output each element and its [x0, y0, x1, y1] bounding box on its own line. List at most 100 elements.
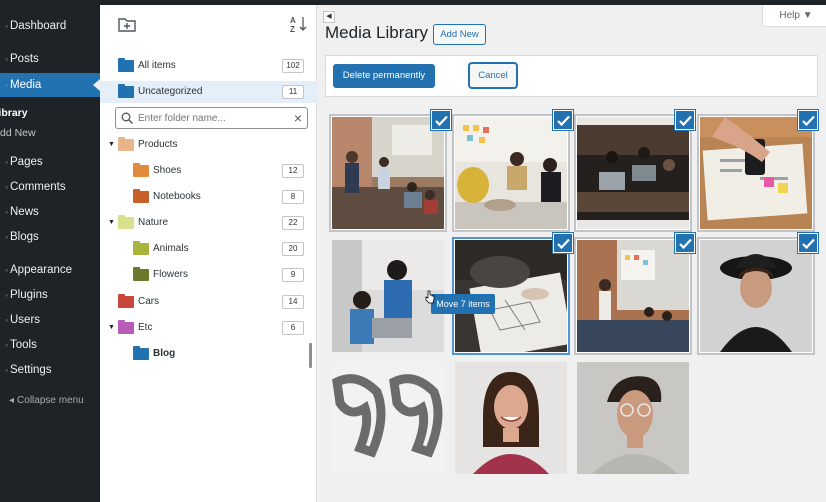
menu-item-settings[interactable]: ◦ Settings — [0, 358, 100, 382]
folder-icon — [118, 320, 134, 334]
folder-count: 20 — [282, 242, 304, 256]
office-meeting-photo — [332, 117, 444, 229]
folder-icon — [133, 346, 149, 360]
sort-az-icon[interactable]: AZ — [290, 15, 308, 34]
menu-item-media[interactable]: ◦ Media — [0, 73, 100, 97]
collapse-arrow-icon[interactable]: ▼ — [108, 134, 115, 156]
folder-count: 12 — [282, 164, 304, 178]
delete-permanently-button[interactable]: Delete permanently — [333, 64, 435, 88]
selected-check-icon[interactable] — [553, 233, 573, 253]
folder-cars[interactable]: Cars 14 — [100, 291, 317, 313]
desk-phone-photo — [700, 117, 812, 229]
media-tile[interactable] — [577, 240, 689, 352]
collapse-arrow-icon[interactable]: ▼ — [108, 317, 115, 339]
presentation-room-photo — [577, 240, 689, 352]
media-tile[interactable] — [455, 362, 567, 474]
folder-count: 6 — [282, 321, 304, 335]
folder-etc[interactable]: ▼ Etc 6 — [100, 317, 317, 339]
collapse-menu-button[interactable]: ◂ Collapse menu — [0, 390, 100, 412]
submenu-library[interactable]: Library — [0, 103, 100, 123]
folder-icon — [133, 267, 149, 281]
new-folder-icon[interactable] — [118, 15, 136, 33]
menu-item-appearance[interactable]: ◦ Appearance — [0, 258, 100, 282]
submenu-add-new[interactable]: Add New — [0, 123, 100, 143]
pages-icon: ◦ — [5, 157, 9, 167]
menu-item-users[interactable]: ◦ Users — [0, 308, 100, 332]
svg-text:A: A — [290, 16, 296, 25]
selected-check-icon[interactable] — [798, 110, 818, 130]
folder-icon — [118, 84, 134, 98]
menu-item-pages[interactable]: ◦ Pages — [0, 150, 100, 174]
media-tile[interactable] — [700, 117, 812, 229]
folder-count: 102 — [282, 59, 304, 73]
folder-flowers[interactable]: Flowers 9 — [100, 264, 317, 286]
selected-check-icon[interactable] — [431, 110, 451, 130]
users-icon: ◦ — [5, 315, 9, 325]
bulk-action-bar: Delete permanently Cancel — [325, 55, 818, 97]
svg-text:Z: Z — [290, 25, 295, 33]
collapse-icon: ◂ — [9, 395, 15, 406]
man-with-hat-photo — [700, 240, 812, 352]
media-icon: ◦ — [5, 80, 9, 90]
folder-count: 22 — [282, 216, 304, 230]
man-with-glasses-photo — [577, 362, 689, 474]
page-title: Media Library — [325, 23, 428, 42]
comments-icon: ◦ — [5, 182, 9, 192]
folder-count: 9 — [282, 268, 304, 282]
add-new-button[interactable]: Add New — [433, 24, 486, 45]
media-tile[interactable] — [332, 362, 444, 474]
media-tile[interactable] — [700, 240, 812, 352]
media-tile[interactable] — [332, 117, 444, 229]
media-tile[interactable] — [577, 117, 689, 229]
menu-item-tools[interactable]: ◦ Tools — [0, 333, 100, 357]
folder-uncategorized[interactable]: Uncategorized 11 — [100, 81, 317, 103]
menu-item-posts[interactable]: ◦ Posts — [0, 47, 100, 71]
menu-item-comments[interactable]: ◦ Comments — [0, 175, 100, 199]
menu-item-plugins[interactable]: ◦ Plugins — [0, 283, 100, 307]
folder-search-input[interactable] — [138, 110, 288, 126]
folder-icon — [133, 241, 149, 255]
clear-search-icon[interactable]: × — [294, 110, 302, 126]
drag-tooltip: Move 7 items — [431, 294, 495, 314]
folder-search: × — [115, 107, 308, 129]
folder-count: 14 — [282, 295, 304, 309]
selected-check-icon[interactable] — [675, 110, 695, 130]
media-tile[interactable] — [577, 362, 689, 474]
folder-all-items[interactable]: All items 102 — [100, 55, 317, 77]
laptop-workspace-photo — [577, 117, 689, 229]
help-tab[interactable]: Help ▼ — [762, 5, 826, 27]
collapse-arrow-icon[interactable]: ▼ — [108, 212, 115, 234]
folder-scrollbar[interactable] — [309, 343, 312, 368]
hand-cursor-icon — [425, 290, 435, 304]
plugins-icon: ◦ — [5, 290, 9, 300]
quote-marks-image — [332, 362, 444, 474]
menu-item-dashboard[interactable]: ◦ Dashboard — [0, 14, 100, 38]
media-tile[interactable] — [455, 117, 567, 229]
folder-nature[interactable]: ▼ Nature 22 — [100, 212, 317, 234]
folder-notebooks[interactable]: Notebooks 8 — [100, 186, 317, 208]
folder-icon — [118, 58, 134, 72]
folder-icon — [118, 294, 134, 308]
news-icon: ◦ — [5, 207, 9, 217]
folder-icon — [118, 215, 134, 229]
selected-check-icon[interactable] — [798, 233, 818, 253]
appearance-icon: ◦ — [5, 265, 9, 275]
search-icon — [121, 112, 133, 124]
cancel-button[interactable]: Cancel — [469, 63, 517, 88]
team-brainstorm-photo — [455, 117, 567, 229]
folder-panel: AZ All items 102 Uncategorized 11 × ▼ Pr… — [100, 5, 317, 502]
folder-shoes[interactable]: Shoes 12 — [100, 160, 317, 182]
selected-check-icon[interactable] — [675, 233, 695, 253]
folder-products[interactable]: ▼ Products — [100, 134, 317, 156]
folder-icon — [118, 137, 134, 151]
folder-animals[interactable]: Animals 20 — [100, 238, 317, 260]
menu-item-blogs[interactable]: ◦ Blogs — [0, 225, 100, 249]
dashboard-icon: ◦ — [5, 21, 9, 31]
posts-icon: ◦ — [5, 54, 9, 64]
folder-blog[interactable]: Blog — [100, 343, 317, 365]
menu-item-news[interactable]: ◦ News — [0, 200, 100, 224]
collapse-panel-icon[interactable]: ◀ — [323, 11, 335, 23]
folder-count: 11 — [282, 85, 304, 99]
settings-icon: ◦ — [5, 365, 9, 375]
selected-check-icon[interactable] — [553, 110, 573, 130]
